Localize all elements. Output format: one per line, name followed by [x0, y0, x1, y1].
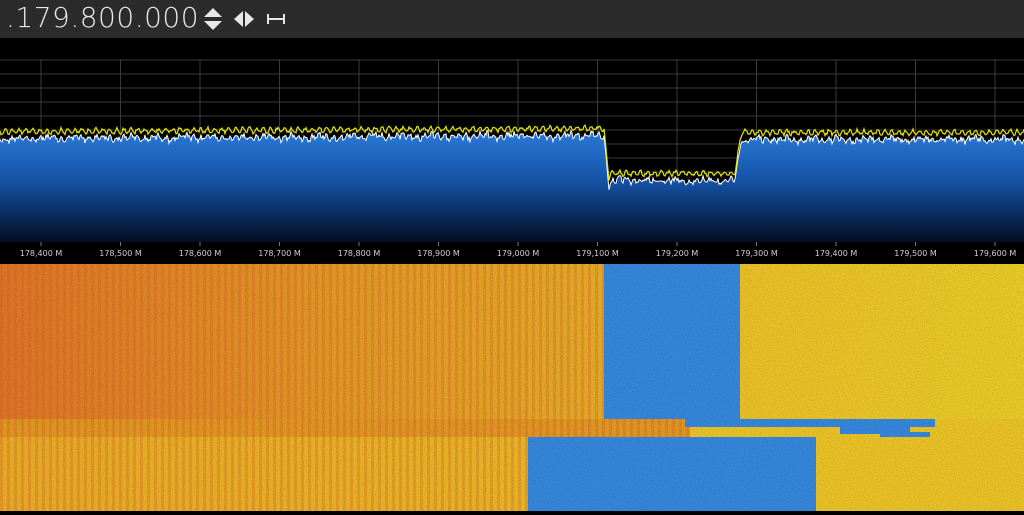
top-toolbar: .179.800.000	[0, 0, 1024, 38]
axis-tick-label: 179,200 M	[656, 249, 699, 258]
span-range-icon[interactable]	[264, 6, 288, 32]
axis-tick-label: 179,400 M	[815, 249, 858, 258]
axis-tick-label: 179,600 M	[974, 249, 1017, 258]
axis-tick-label: 179,500 M	[894, 249, 937, 258]
frequency-display[interactable]: .179.800.000	[6, 1, 199, 35]
up-down-arrows-icon[interactable]	[201, 6, 225, 32]
axis-tick-label: 178,900 M	[417, 249, 460, 258]
axis-tick-label: 178,700 M	[258, 249, 301, 258]
spectrum-fill	[0, 130, 1024, 242]
axis-tick-label: 178,400 M	[20, 249, 63, 258]
left-right-arrows-icon[interactable]	[232, 6, 256, 32]
axis-tick-label: 178,800 M	[338, 249, 381, 258]
spectrum-plot[interactable]	[0, 38, 1024, 242]
axis-tick-label: 179,300 M	[735, 249, 778, 258]
axis-tick-label: 179,000 M	[497, 249, 540, 258]
waterfall-display[interactable]	[0, 264, 1024, 511]
axis-tick-label: 179,100 M	[576, 249, 619, 258]
frequency-axis: 178,400 M 178,500 M 178,600 M 178,700 M 178,…	[0, 242, 1024, 264]
axis-tick-label: 178,600 M	[179, 249, 222, 258]
axis-tick-label: 178,500 M	[99, 249, 142, 258]
